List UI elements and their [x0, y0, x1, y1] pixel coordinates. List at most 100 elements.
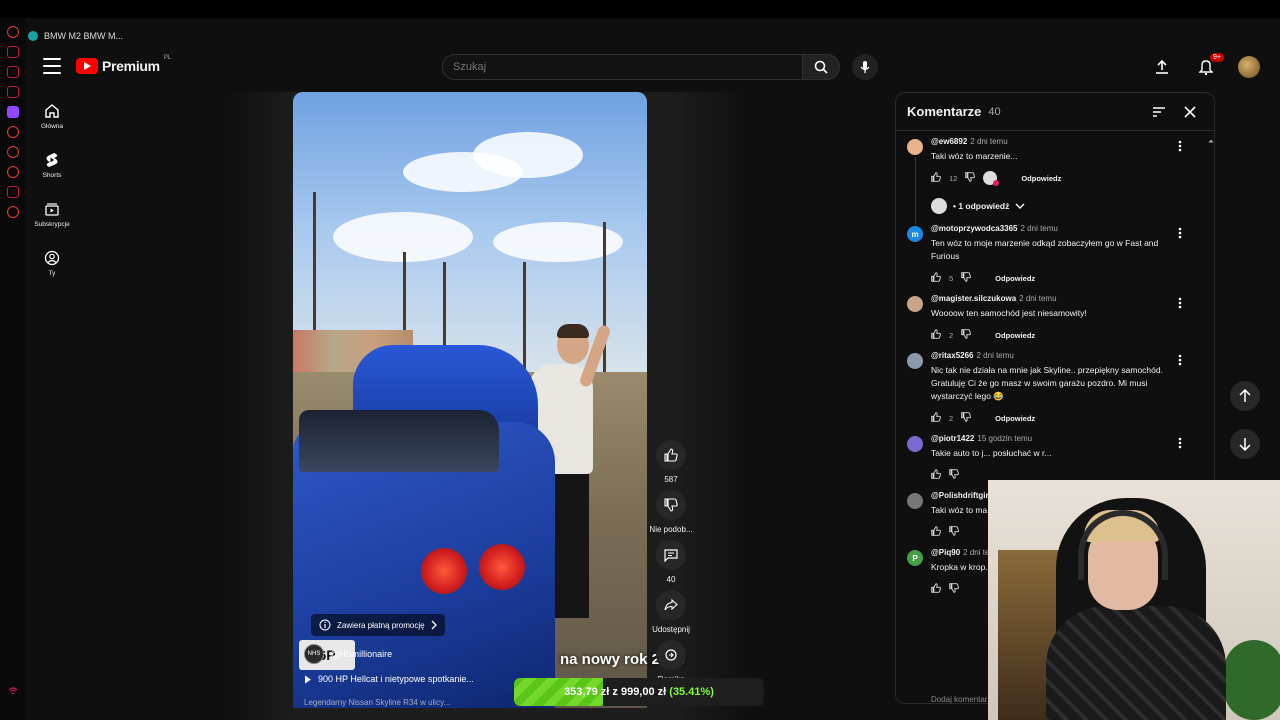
comment-dislike-button[interactable] [961, 329, 972, 341]
sort-icon [1153, 107, 1165, 117]
comment-text: Takie auto to j... posłuchać w r... [931, 448, 1052, 458]
comment-author[interactable]: @motoprzywodca3365 [931, 224, 1018, 233]
channel-name[interactable]: @HSmillionaire [330, 649, 392, 659]
reply-button[interactable]: Odpowiedz [1021, 174, 1061, 183]
comment-text: Woooow ten samochód jest niesamowity! [931, 308, 1087, 318]
search-input[interactable] [453, 61, 773, 73]
comment-author[interactable]: @magister.silczukowa [931, 294, 1016, 303]
reply-button[interactable]: Odpowiedz [995, 274, 1035, 283]
comment-time[interactable]: 2 dni temu [977, 351, 1014, 360]
comment-author[interactable]: @ritax5266 [931, 351, 974, 360]
paid-promotion-text: Zawiera płatną promocję [337, 620, 425, 630]
extension-icon[interactable] [7, 26, 19, 38]
channel-info[interactable]: NHS @HSmillionaire [304, 644, 392, 664]
comment-author[interactable]: @Piq90 [931, 548, 960, 557]
comment-dislike-button[interactable] [949, 583, 959, 595]
comment-author[interactable]: @ew6892 [931, 137, 967, 146]
comment-avatar[interactable] [907, 296, 923, 312]
extension-icon[interactable] [7, 126, 19, 138]
like-action[interactable]: 587 [656, 440, 686, 484]
history-icon[interactable] [7, 166, 19, 178]
previous-short-button[interactable] [1230, 381, 1260, 411]
comment-dislike-button[interactable] [961, 272, 972, 284]
next-video-title[interactable]: 900 HP Hellcat i nietypowe spotkanie... [304, 674, 474, 684]
share-button[interactable] [656, 590, 686, 620]
account-avatar[interactable] [1238, 56, 1260, 78]
settings-icon[interactable] [7, 206, 19, 218]
remix-button[interactable] [656, 640, 686, 670]
notifications-button[interactable]: 9+ [1194, 53, 1224, 79]
comment-dislike-button[interactable] [949, 469, 959, 481]
comment-avatar[interactable]: m [907, 226, 923, 242]
dislike-button[interactable] [655, 490, 686, 520]
comment-time[interactable]: 2 dni temu [970, 137, 1007, 146]
comments-action[interactable]: 40 [656, 540, 686, 584]
comment-author[interactable]: @piotr1422 [931, 434, 974, 443]
comment-author[interactable]: @Polishdriftgir... [931, 491, 995, 500]
comment-like-button[interactable] [931, 329, 941, 341]
shorts-icon [46, 153, 58, 167]
sort-button[interactable] [1152, 105, 1166, 123]
view-replies-button[interactable]: • 1 odpowiedź [931, 198, 1172, 214]
comment-menu-button[interactable] [1178, 353, 1182, 371]
comment-time[interactable]: 2 dni temu [1019, 294, 1056, 303]
comment-menu-button[interactable] [1178, 139, 1182, 157]
comment-like-button[interactable] [931, 469, 941, 481]
comment-menu-button[interactable] [1178, 226, 1182, 244]
comment-menu-button[interactable] [1178, 296, 1182, 314]
comments-button[interactable] [656, 540, 686, 570]
menu-icon[interactable] [43, 58, 61, 74]
extension-icon[interactable] [7, 146, 19, 158]
microphone-icon [860, 61, 870, 73]
guide-item-shorts[interactable]: Shorts [26, 141, 78, 190]
play-icon [305, 675, 311, 683]
share-action[interactable]: Udostępnij [652, 590, 690, 634]
extension-icon[interactable] [7, 46, 19, 58]
upload-button[interactable] [1150, 55, 1174, 79]
browser-tab[interactable]: BMW M2 BMW M... [28, 26, 123, 46]
comment-dislike-button[interactable] [965, 172, 976, 184]
comment-like-button[interactable] [931, 172, 941, 184]
extension-icon[interactable] [7, 186, 19, 198]
reply-button[interactable]: Odpowiedz [995, 414, 1035, 423]
logo-region: PL [163, 55, 172, 61]
reply-button[interactable]: Odpowiedz [995, 331, 1035, 340]
dislike-label: Nie podob... [649, 525, 693, 534]
comment-dislike-button[interactable] [949, 526, 959, 538]
guide-item-you[interactable]: Ty [26, 239, 78, 288]
twitch-icon[interactable] [7, 106, 19, 118]
extension-icon[interactable] [7, 66, 19, 78]
paid-promotion-label[interactable]: Zawiera płatną promocję [311, 614, 445, 636]
comment-time[interactable]: 2 dni temu [1021, 224, 1058, 233]
like-button[interactable] [656, 440, 686, 470]
guide-item-home[interactable]: Główna [26, 92, 78, 141]
comment-like-button[interactable] [931, 526, 941, 538]
thumbs-down-icon [664, 498, 678, 512]
comment-avatar[interactable] [907, 139, 923, 155]
extension-icon[interactable] [7, 86, 19, 98]
close-panel-button[interactable] [1184, 105, 1196, 123]
comment-avatar[interactable]: P [907, 550, 923, 566]
webcam-plant [1224, 640, 1280, 720]
next-short-button[interactable] [1230, 429, 1260, 459]
dislike-action[interactable]: Nie podob... [649, 490, 693, 534]
close-icon [1184, 106, 1196, 118]
search-button[interactable] [802, 54, 840, 80]
comment-time[interactable]: 15 godzin temu [977, 434, 1032, 443]
comment-avatar[interactable] [907, 493, 923, 509]
comment-avatar[interactable] [907, 436, 923, 452]
comment-menu-button[interactable] [1178, 436, 1182, 454]
guide-item-subscriptions[interactable]: Subskrypcje [26, 190, 78, 239]
comment-like-button[interactable] [931, 272, 941, 284]
comment-avatar[interactable] [907, 353, 923, 369]
share-label: Udostępnij [652, 625, 690, 634]
guide-item-label: Subskrypcje [34, 221, 70, 228]
remix-icon [665, 649, 677, 661]
comment-like-button[interactable] [931, 583, 941, 595]
voice-search-button[interactable] [852, 54, 878, 80]
comment-like-button[interactable] [931, 412, 941, 424]
logo-text: Premium [102, 58, 160, 74]
comment-dislike-button[interactable] [961, 412, 972, 424]
comment-like-count: 2 [949, 413, 954, 423]
youtube-premium-logo[interactable]: Premium PL [76, 55, 172, 74]
